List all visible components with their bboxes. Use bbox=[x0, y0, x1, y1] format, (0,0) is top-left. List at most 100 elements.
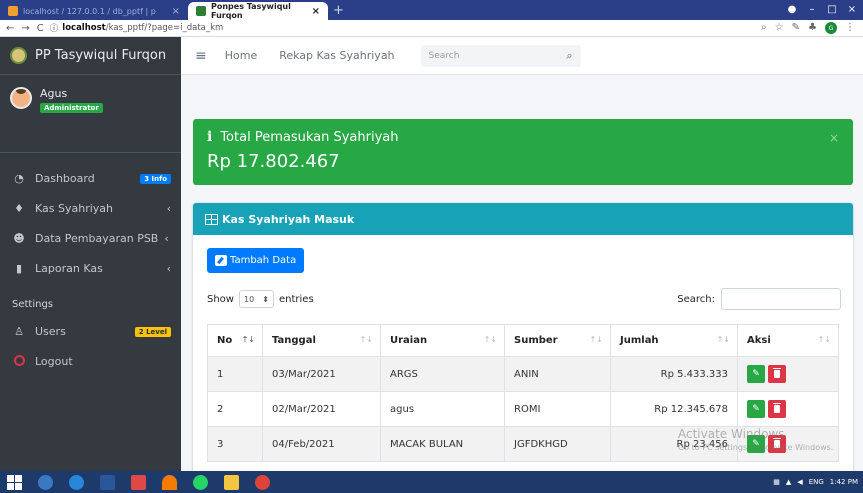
avatar bbox=[10, 87, 32, 109]
tab-label: localhost / 127.0.0.1 / db_pptf | p bbox=[23, 6, 156, 16]
info-icon[interactable]: ⓘ bbox=[50, 22, 59, 34]
taskbar-edge[interactable] bbox=[62, 471, 90, 493]
sidebar: PP Tasywiqul Furqon Agus Administrator ◔… bbox=[0, 37, 181, 471]
url-field[interactable]: localhost/kas_pptf/?page=i_data_km bbox=[62, 23, 223, 33]
sidebar-item-laporan-kas[interactable]: ▮ Laporan Kas ‹ bbox=[0, 255, 181, 282]
sidebar-item-users[interactable]: ♙ Users 2 Level bbox=[0, 318, 181, 345]
network-icon[interactable]: ▲ bbox=[786, 478, 791, 486]
keyboard-icon[interactable]: ▦ bbox=[773, 478, 780, 486]
sidebar-item-label: Logout bbox=[35, 355, 73, 368]
browser-tab-ponpes[interactable]: Ponpes Tasywiqul Furqon × bbox=[188, 2, 328, 20]
reload-icon[interactable]: C bbox=[37, 23, 44, 34]
taskbar-chrome[interactable] bbox=[248, 471, 276, 493]
taskbar-word[interactable] bbox=[93, 471, 121, 493]
close-icon[interactable]: × bbox=[312, 6, 320, 17]
user-name[interactable]: Agus bbox=[40, 87, 103, 100]
top-navbar: ≡ Home Rekap Kas Syahriyah Search ⌕ bbox=[181, 37, 863, 75]
brand-link[interactable]: PP Tasywiqul Furqon bbox=[0, 37, 181, 75]
column-header-no[interactable]: No ↑↓ bbox=[207, 324, 263, 357]
add-data-button[interactable]: Tambah Data bbox=[207, 248, 305, 273]
card-header: Kas Syahriyah Masuk bbox=[193, 203, 853, 235]
new-tab-button[interactable]: + bbox=[333, 3, 344, 18]
navbar-search-input[interactable]: Search ⌕ bbox=[420, 44, 581, 67]
entries-label: entries bbox=[278, 293, 314, 305]
edit-icon: ✎ bbox=[752, 369, 760, 379]
trash-icon bbox=[773, 368, 781, 378]
cell-aksi: ✎ bbox=[737, 391, 839, 427]
table-row: 1 03/Mar/2021 ARGS ANIN Rp 5.433.333 ✎ bbox=[207, 356, 839, 392]
edit-button[interactable]: ✎ bbox=[747, 365, 765, 383]
app-icon bbox=[37, 474, 53, 490]
maximize-icon[interactable]: □ bbox=[825, 2, 839, 16]
grammarly-icon[interactable]: G bbox=[825, 22, 837, 34]
sort-icon: ↑↓ bbox=[483, 335, 497, 344]
alert-close-button[interactable]: × bbox=[829, 131, 839, 145]
column-header-sumber[interactable]: Sumber ↑↓ bbox=[504, 324, 611, 357]
menu-dots-icon[interactable]: ⋮ bbox=[845, 22, 855, 34]
sidebar-item-logout[interactable]: Logout bbox=[0, 348, 181, 375]
nav-link-home[interactable]: Home bbox=[225, 49, 257, 62]
taskbar-app[interactable] bbox=[31, 471, 59, 493]
show-label: Show bbox=[207, 293, 234, 305]
info-badge: 3 Info bbox=[140, 173, 171, 184]
zoom-icon[interactable]: ⌕ bbox=[761, 22, 767, 34]
column-header-aksi[interactable]: Aksi ↑↓ bbox=[737, 324, 839, 357]
taskbar-app2[interactable] bbox=[124, 471, 152, 493]
window-controls: ● – □ × bbox=[785, 2, 859, 16]
taskbar-explorer[interactable] bbox=[217, 471, 245, 493]
sort-icon: ↑↓ bbox=[817, 335, 831, 344]
sort-icon: ↑↓ bbox=[359, 335, 373, 344]
watermark-subtitle: Go to PC settings to activate Windows. bbox=[678, 443, 834, 452]
minimize-icon[interactable]: – bbox=[805, 2, 819, 16]
brand-logo-icon bbox=[10, 47, 27, 64]
search-icon[interactable]: ⌕ bbox=[566, 49, 572, 63]
info-icon: i bbox=[207, 129, 213, 145]
phpmyadmin-icon bbox=[8, 6, 18, 16]
hamburger-menu-icon[interactable]: ≡ bbox=[195, 48, 207, 64]
trash-icon bbox=[773, 403, 781, 413]
close-window-icon[interactable]: × bbox=[845, 2, 859, 16]
extension-icon[interactable]: ✎ bbox=[792, 22, 800, 34]
delete-button[interactable] bbox=[768, 365, 786, 383]
close-icon[interactable]: × bbox=[172, 6, 180, 17]
nav-link-rekap-kas-syahriyah[interactable]: Rekap Kas Syahriyah bbox=[279, 49, 394, 62]
entries-select[interactable]: 10 ⬍ bbox=[238, 290, 274, 308]
start-button[interactable] bbox=[0, 471, 28, 493]
sidebar-item-data-pembayaran-psb[interactable]: ☻ Data Pembayaran PSB ‹ bbox=[0, 225, 181, 252]
table-search: Search: bbox=[677, 288, 841, 310]
table-header-row: No ↑↓ Tanggal ↑↓ Uraian ↑↓ Sumber ↑↓ Jumlah ↑… bbox=[207, 324, 839, 357]
entries-length-control: Show 10 ⬍ entries bbox=[207, 290, 314, 308]
taskbar-whatsapp[interactable] bbox=[186, 471, 214, 493]
site-favicon-icon bbox=[196, 6, 206, 16]
taskbar-xampp[interactable] bbox=[155, 471, 183, 493]
sidebar-item-dashboard[interactable]: ◔ Dashboard 3 Info bbox=[0, 165, 181, 192]
edit-button[interactable]: ✎ bbox=[747, 400, 765, 418]
select-arrows-icon: ⬍ bbox=[262, 294, 269, 304]
settings-header: Settings bbox=[12, 299, 54, 310]
browser-tab-phpmyadmin[interactable]: localhost / 127.0.0.1 / db_pptf | p × bbox=[0, 2, 188, 20]
cell-sumber: ANIN bbox=[504, 356, 611, 392]
level-badge: 2 Level bbox=[134, 326, 171, 337]
back-icon[interactable]: ← bbox=[6, 23, 14, 34]
sidebar-item-label: Laporan Kas bbox=[35, 262, 103, 275]
cell-sumber: JGFDKHGD bbox=[504, 426, 611, 462]
forward-icon[interactable]: → bbox=[21, 23, 29, 34]
column-header-tanggal[interactable]: Tanggal ↑↓ bbox=[262, 324, 381, 357]
star-icon[interactable]: ☆ bbox=[775, 22, 784, 34]
profile-icon[interactable]: ● bbox=[785, 2, 799, 16]
clock[interactable]: 1:42 PM bbox=[830, 478, 858, 486]
volume-icon[interactable]: ◀ bbox=[797, 478, 802, 486]
folder-icon bbox=[223, 474, 239, 490]
puzzle-icon[interactable]: ♣ bbox=[808, 22, 817, 34]
sidebar-item-kas-syahriyah[interactable]: ♦ Kas Syahriyah ‹ bbox=[0, 195, 181, 222]
alert-title: Total Pemasukan Syahriyah bbox=[220, 129, 399, 145]
delete-button[interactable] bbox=[768, 400, 786, 418]
table-search-input[interactable] bbox=[721, 288, 841, 310]
add-data-label: Tambah Data bbox=[230, 255, 297, 266]
system-tray: ▦ ▲ ◀ ENG 1:42 PM bbox=[773, 478, 863, 486]
sort-asc-icon: ↑↓ bbox=[241, 335, 255, 344]
column-header-jumlah[interactable]: Jumlah ↑↓ bbox=[610, 324, 738, 357]
language-indicator[interactable]: ENG bbox=[809, 478, 824, 486]
column-header-uraian[interactable]: Uraian ↑↓ bbox=[380, 324, 505, 357]
address-bar: ← → C ⓘ localhost/kas_pptf/?page=i_data_… bbox=[0, 20, 863, 37]
